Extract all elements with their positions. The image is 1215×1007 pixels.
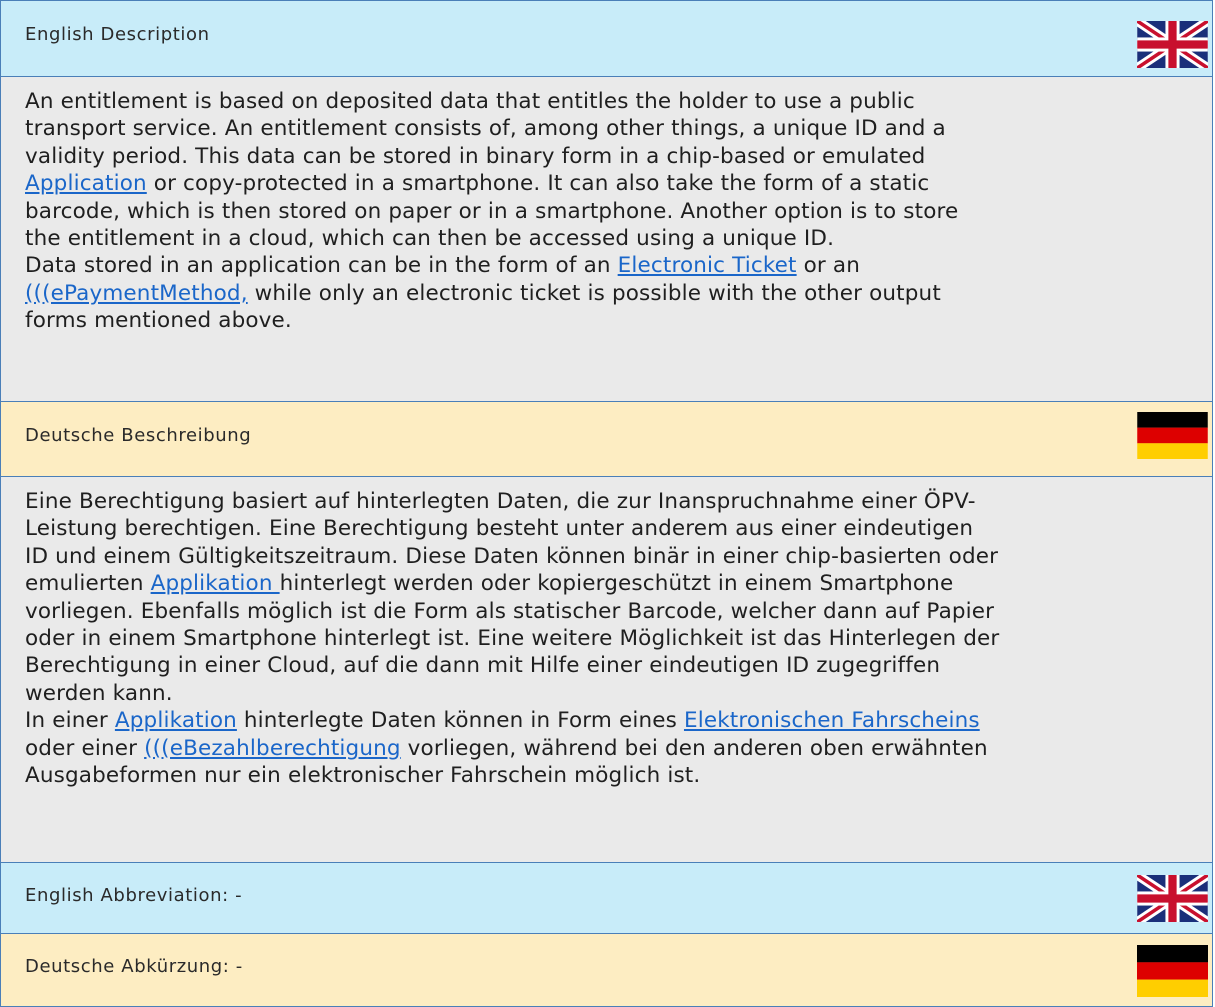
text-segment: oder in einem Smartphone hinterlegt ist.… [25,626,1000,652]
text-line: Leistung berechtigen. Eine Berechtigung … [1,515,1212,542]
text-segment: emulierten [25,571,151,597]
text-line: ID und einem Gültigkeitszeitraum. Diese … [1,543,1212,570]
text-segment: while only an electronic ticket is possi… [247,280,941,306]
text-line: validity period. This data can be stored… [1,143,1212,170]
text-line: Berechtigung in einer Cloud, auf die dan… [1,652,1212,679]
text-line: Ausgabeformen nur ein elektronischer Fah… [1,762,1212,789]
glossary-link[interactable]: Applikation [151,571,280,596]
text-segment: Berechtigung in einer Cloud, auf die dan… [25,653,941,679]
text-line: oder einer (((eBezahlberechtigung vorlie… [1,735,1212,762]
text-segment: barcode, which is then stored on paper o… [25,198,959,224]
english-description-title: English Description [25,24,210,45]
english-abbreviation-row: English Abbreviation: - [0,862,1213,934]
english-abbreviation-label: English Abbreviation: - [25,885,243,906]
english-description-header: English Description [0,0,1213,77]
text-segment: Leistung berechtigen. Eine Berechtigung … [25,516,974,542]
text-segment: or an [796,253,861,279]
text-line: werden kann. [1,680,1212,707]
german-abbreviation-row: Deutsche Abkürzung: - [0,933,1213,1007]
text-line: transport service. An entitlement consis… [1,115,1212,142]
text-segment: An entitlement is based on deposited dat… [25,89,915,114]
text-segment: Ausgabeformen nur ein elektronischer Fah… [25,763,701,789]
text-segment: vorliegen. Ebenfalls möglich ist die For… [25,598,995,624]
german-description-body: Eine Berechtigung basiert auf hinterlegt… [0,476,1213,863]
glossary-entry: English Description An entitlement is ba… [0,0,1215,1007]
german-description-header: Deutsche Beschreibung [0,401,1213,477]
text-line: Eine Berechtigung basiert auf hinterlegt… [1,488,1212,515]
glossary-link[interactable]: Application [25,171,147,196]
text-line: vorliegen. Ebenfalls möglich ist die For… [1,598,1212,625]
text-segment: Data stored in an application can be in … [25,253,618,279]
glossary-link[interactable]: Applikation [115,708,237,733]
text-segment: the entitlement in a cloud, which can th… [25,226,835,252]
english-description-paragraph-1: An entitlement is based on deposited dat… [1,77,1212,252]
text-segment: hinterlegt werden oder kopiergeschützt i… [279,571,954,597]
english-description-paragraph-2: Data stored in an application can be in … [1,252,1212,334]
text-segment: vorliegen, während bei den anderen oben … [400,735,988,761]
german-abbreviation-label: Deutsche Abkürzung: - [25,956,243,977]
text-segment: Eine Berechtigung basiert auf hinterlegt… [25,489,976,514]
text-segment: oder einer [25,735,145,761]
glossary-link[interactable]: (((eBezahlberechtigung [144,736,401,761]
text-segment: forms mentioned above. [25,308,292,334]
text-segment: In einer [25,708,115,734]
text-line: An entitlement is based on deposited dat… [1,88,1212,115]
german-description-title: Deutsche Beschreibung [25,425,252,446]
text-segment: validity period. This data can be stored… [25,143,926,169]
text-line: Data stored in an application can be in … [1,252,1212,279]
english-description-body: An entitlement is based on deposited dat… [0,76,1213,402]
glossary-link[interactable]: Electronic Ticket [618,253,797,278]
german-flag-icon [1137,945,1208,997]
uk-flag-icon [1137,875,1208,922]
text-segment: transport service. An entitlement consis… [25,116,946,142]
text-line: oder in einem Smartphone hinterlegt ist.… [1,625,1212,652]
text-line: forms mentioned above. [1,307,1212,334]
text-line: emulierten Applikation hinterlegt werden… [1,570,1212,597]
text-segment: werden kann. [25,680,173,706]
german-description-paragraph-1: Eine Berechtigung basiert auf hinterlegt… [1,477,1212,707]
german-flag-icon [1137,412,1208,459]
glossary-link[interactable]: Elektronischen Fahrscheins [684,708,980,733]
text-line: In einer Applikation hinterlegte Daten k… [1,707,1212,734]
text-line: the entitlement in a cloud, which can th… [1,225,1212,252]
text-segment: hinterlegte Daten können in Form eines [236,708,684,734]
text-segment: or copy-protected in a smartphone. It ca… [146,171,930,197]
german-description-paragraph-2: In einer Applikation hinterlegte Daten k… [1,707,1212,789]
text-line: (((ePaymentMethod, while only an electro… [1,280,1212,307]
text-segment: ID und einem Gültigkeitszeitraum. Diese … [25,543,999,569]
glossary-link[interactable]: (((ePaymentMethod, [25,281,248,306]
text-line: Application or copy-protected in a smart… [1,170,1212,197]
text-line: barcode, which is then stored on paper o… [1,198,1212,225]
uk-flag-icon [1137,21,1208,68]
